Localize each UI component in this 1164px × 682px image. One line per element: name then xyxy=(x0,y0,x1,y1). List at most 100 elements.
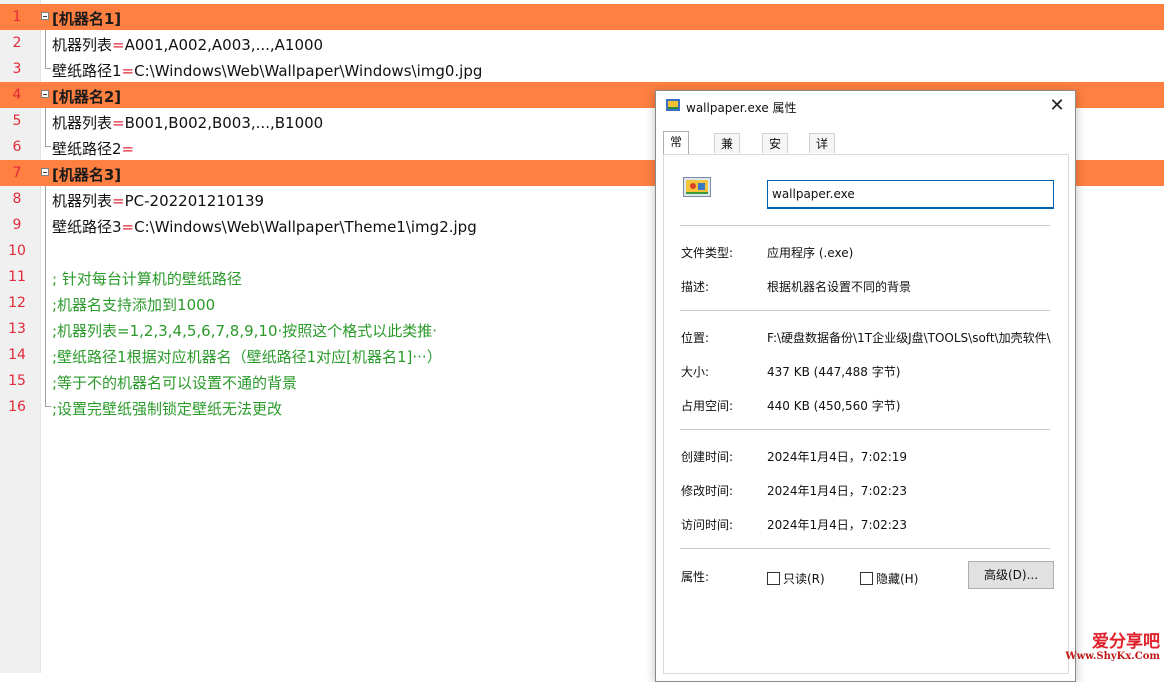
ini-equals: = xyxy=(121,140,135,158)
line-text: ;机器名支持添加到1000 xyxy=(52,294,215,315)
line-text: 壁纸路径1=C:\Windows\Web\Wallpaper\Windows\i… xyxy=(52,60,482,81)
attributes-label: 属性: xyxy=(681,570,710,584)
line-number: 16 xyxy=(8,399,26,415)
readonly-label: 只读(R) xyxy=(783,572,825,586)
line-number: 5 xyxy=(12,113,22,129)
line-text: ;设置完壁纸强制锁定壁纸无法更改 xyxy=(52,398,282,419)
divider xyxy=(680,310,1050,311)
ini-key: 壁纸路径2 xyxy=(52,140,122,158)
divider xyxy=(680,429,1050,430)
comment-text: ;等于不的机器名可以设置不通的背景 xyxy=(52,374,298,392)
ini-key: 机器列表 xyxy=(52,36,113,54)
section-line[interactable]: 1 [机器名1] xyxy=(0,4,1164,30)
description-value: 根据机器名设置不同的背景 xyxy=(767,280,912,294)
general-panel: 文件类型: 应用程序 (.exe) 描述: 根据机器名设置不同的背景 位置: F… xyxy=(663,154,1069,674)
line-text: ;等于不的机器名可以设置不通的背景 xyxy=(52,372,297,393)
line-number: 1 xyxy=(12,9,22,25)
fold-minus-icon[interactable] xyxy=(41,168,49,176)
fold-tree-line xyxy=(45,316,46,342)
file-type-label: 文件类型: xyxy=(681,246,734,260)
line-text: ;壁纸路径1根据对应机器名（壁纸路径1对应[机器名1]···） xyxy=(52,346,442,367)
file-name-field[interactable] xyxy=(767,180,1054,209)
fold-tree-line xyxy=(45,186,46,212)
fold-minus-icon[interactable] xyxy=(41,12,49,20)
tab-general[interactable]: 常规 xyxy=(663,131,690,169)
line-number: 11 xyxy=(8,269,26,285)
ini-value: C:\Windows\Web\Wallpaper\Theme1\img2.jpg xyxy=(134,218,477,236)
ini-equals: = xyxy=(112,36,125,54)
advanced-button[interactable]: 高级(D)... xyxy=(968,561,1054,589)
modified-value: 2024年1月4日，7:02:23 xyxy=(767,484,908,498)
line-text: 机器列表=PC-202201210139 xyxy=(52,190,264,211)
line-number: 2 xyxy=(12,35,22,51)
line-number: 12 xyxy=(8,295,26,311)
hidden-label: 隐藏(H) xyxy=(876,572,919,586)
tab-compatibility[interactable]: 兼容性 xyxy=(714,133,741,191)
modified-label: 修改时间: xyxy=(681,484,734,498)
comment-text: ; 针对每台计算机的壁纸路径 xyxy=(52,270,242,288)
fold-tree-line xyxy=(45,30,46,56)
line-number: 4 xyxy=(12,87,22,103)
code-line[interactable]: 3 壁纸路径1=C:\Windows\Web\Wallpaper\Windows\… xyxy=(0,56,1164,82)
dialog-title: wallpaper.exe 属性 xyxy=(686,101,797,115)
line-text: [机器名2] xyxy=(52,86,121,107)
fold-tree-line xyxy=(45,342,46,368)
ini-equals: = xyxy=(112,192,125,210)
checkbox-box[interactable] xyxy=(860,572,873,585)
comment-text: ;壁纸路径1根据对应机器名（壁纸路径1对应[机器名1]···） xyxy=(52,348,442,366)
divider xyxy=(680,548,1050,549)
ini-key: 机器列表 xyxy=(52,114,113,132)
fold-tree-line xyxy=(45,368,46,394)
checkbox-box[interactable] xyxy=(767,572,780,585)
divider xyxy=(680,225,1050,226)
line-text: ; 针对每台计算机的壁纸路径 xyxy=(52,268,242,289)
properties-dialog: wallpaper.exe 属性 ✕ 常规 兼容性 安全 详细信息 文件类型: … xyxy=(655,90,1076,682)
file-type-value: 应用程序 (.exe) xyxy=(767,246,854,260)
line-number: 7 xyxy=(12,165,22,181)
line-number: 3 xyxy=(12,61,22,77)
comment-text: ;机器列表=1,2,3,4,5,6,7,8,9,10·按照这个格式以此类推· xyxy=(52,322,438,340)
line-number: 13 xyxy=(8,321,26,337)
ini-key: 壁纸路径3 xyxy=(52,218,122,236)
fold-tree-line xyxy=(45,238,46,264)
size-label: 大小: xyxy=(681,365,710,379)
ini-value: PC-202201210139 xyxy=(124,192,265,210)
line-number: 8 xyxy=(12,191,22,207)
accessed-value: 2024年1月4日，7:02:23 xyxy=(767,518,908,532)
fold-tree-line xyxy=(45,56,51,69)
line-text: [机器名3] xyxy=(52,164,121,185)
watermark-text: 爱分享吧 xyxy=(1092,632,1160,652)
fold-tree-line xyxy=(45,394,51,407)
hidden-checkbox[interactable]: 隐藏(H) xyxy=(860,570,918,587)
fold-tree-line xyxy=(45,290,46,316)
tab-security[interactable]: 安全 xyxy=(762,133,789,171)
location-value: F:\硬盘数据备份\1T企业级J盘\TOOLS\soft\加壳软件\ xyxy=(767,331,1051,345)
fold-minus-icon[interactable] xyxy=(41,90,49,98)
fold-tree-line xyxy=(45,134,51,147)
line-number: 10 xyxy=(8,243,26,259)
line-number: 9 xyxy=(12,217,22,233)
ini-value: A001,A002,A003,...,A1000 xyxy=(124,36,324,54)
section-header: [机器名3] xyxy=(52,166,122,184)
watermark-url: Www.ShyKx.Com xyxy=(1065,651,1160,662)
ini-key: 机器列表 xyxy=(52,192,113,210)
line-text: 机器列表=A001,A002,A003,...,A1000 xyxy=(52,34,323,55)
line-text: [机器名1] xyxy=(52,8,121,29)
code-line[interactable]: 2 机器列表=A001,A002,A003,...,A1000 xyxy=(0,30,1164,56)
ini-equals: = xyxy=(121,218,135,236)
disk-size-value: 440 KB (450,560 字节) xyxy=(767,399,901,413)
line-text: 壁纸路径2= xyxy=(52,138,134,159)
ini-key: 壁纸路径1 xyxy=(52,62,122,80)
ini-equals: = xyxy=(112,114,125,132)
created-label: 创建时间: xyxy=(681,450,734,464)
tab-details[interactable]: 详细信息 xyxy=(809,133,836,211)
section-header: [机器名2] xyxy=(52,88,122,106)
size-value: 437 KB (447,488 字节) xyxy=(767,365,901,379)
section-header: [机器名1] xyxy=(52,10,122,28)
line-text: 机器列表=B001,B002,B003,...,B1000 xyxy=(52,112,323,133)
ini-value: B001,B002,B003,...,B1000 xyxy=(124,114,324,132)
close-icon[interactable]: ✕ xyxy=(1045,95,1069,117)
location-label: 位置: xyxy=(681,331,710,345)
dialog-titlebar[interactable]: wallpaper.exe 属性 ✕ xyxy=(656,91,1075,121)
readonly-checkbox[interactable]: 只读(R) xyxy=(767,570,825,587)
